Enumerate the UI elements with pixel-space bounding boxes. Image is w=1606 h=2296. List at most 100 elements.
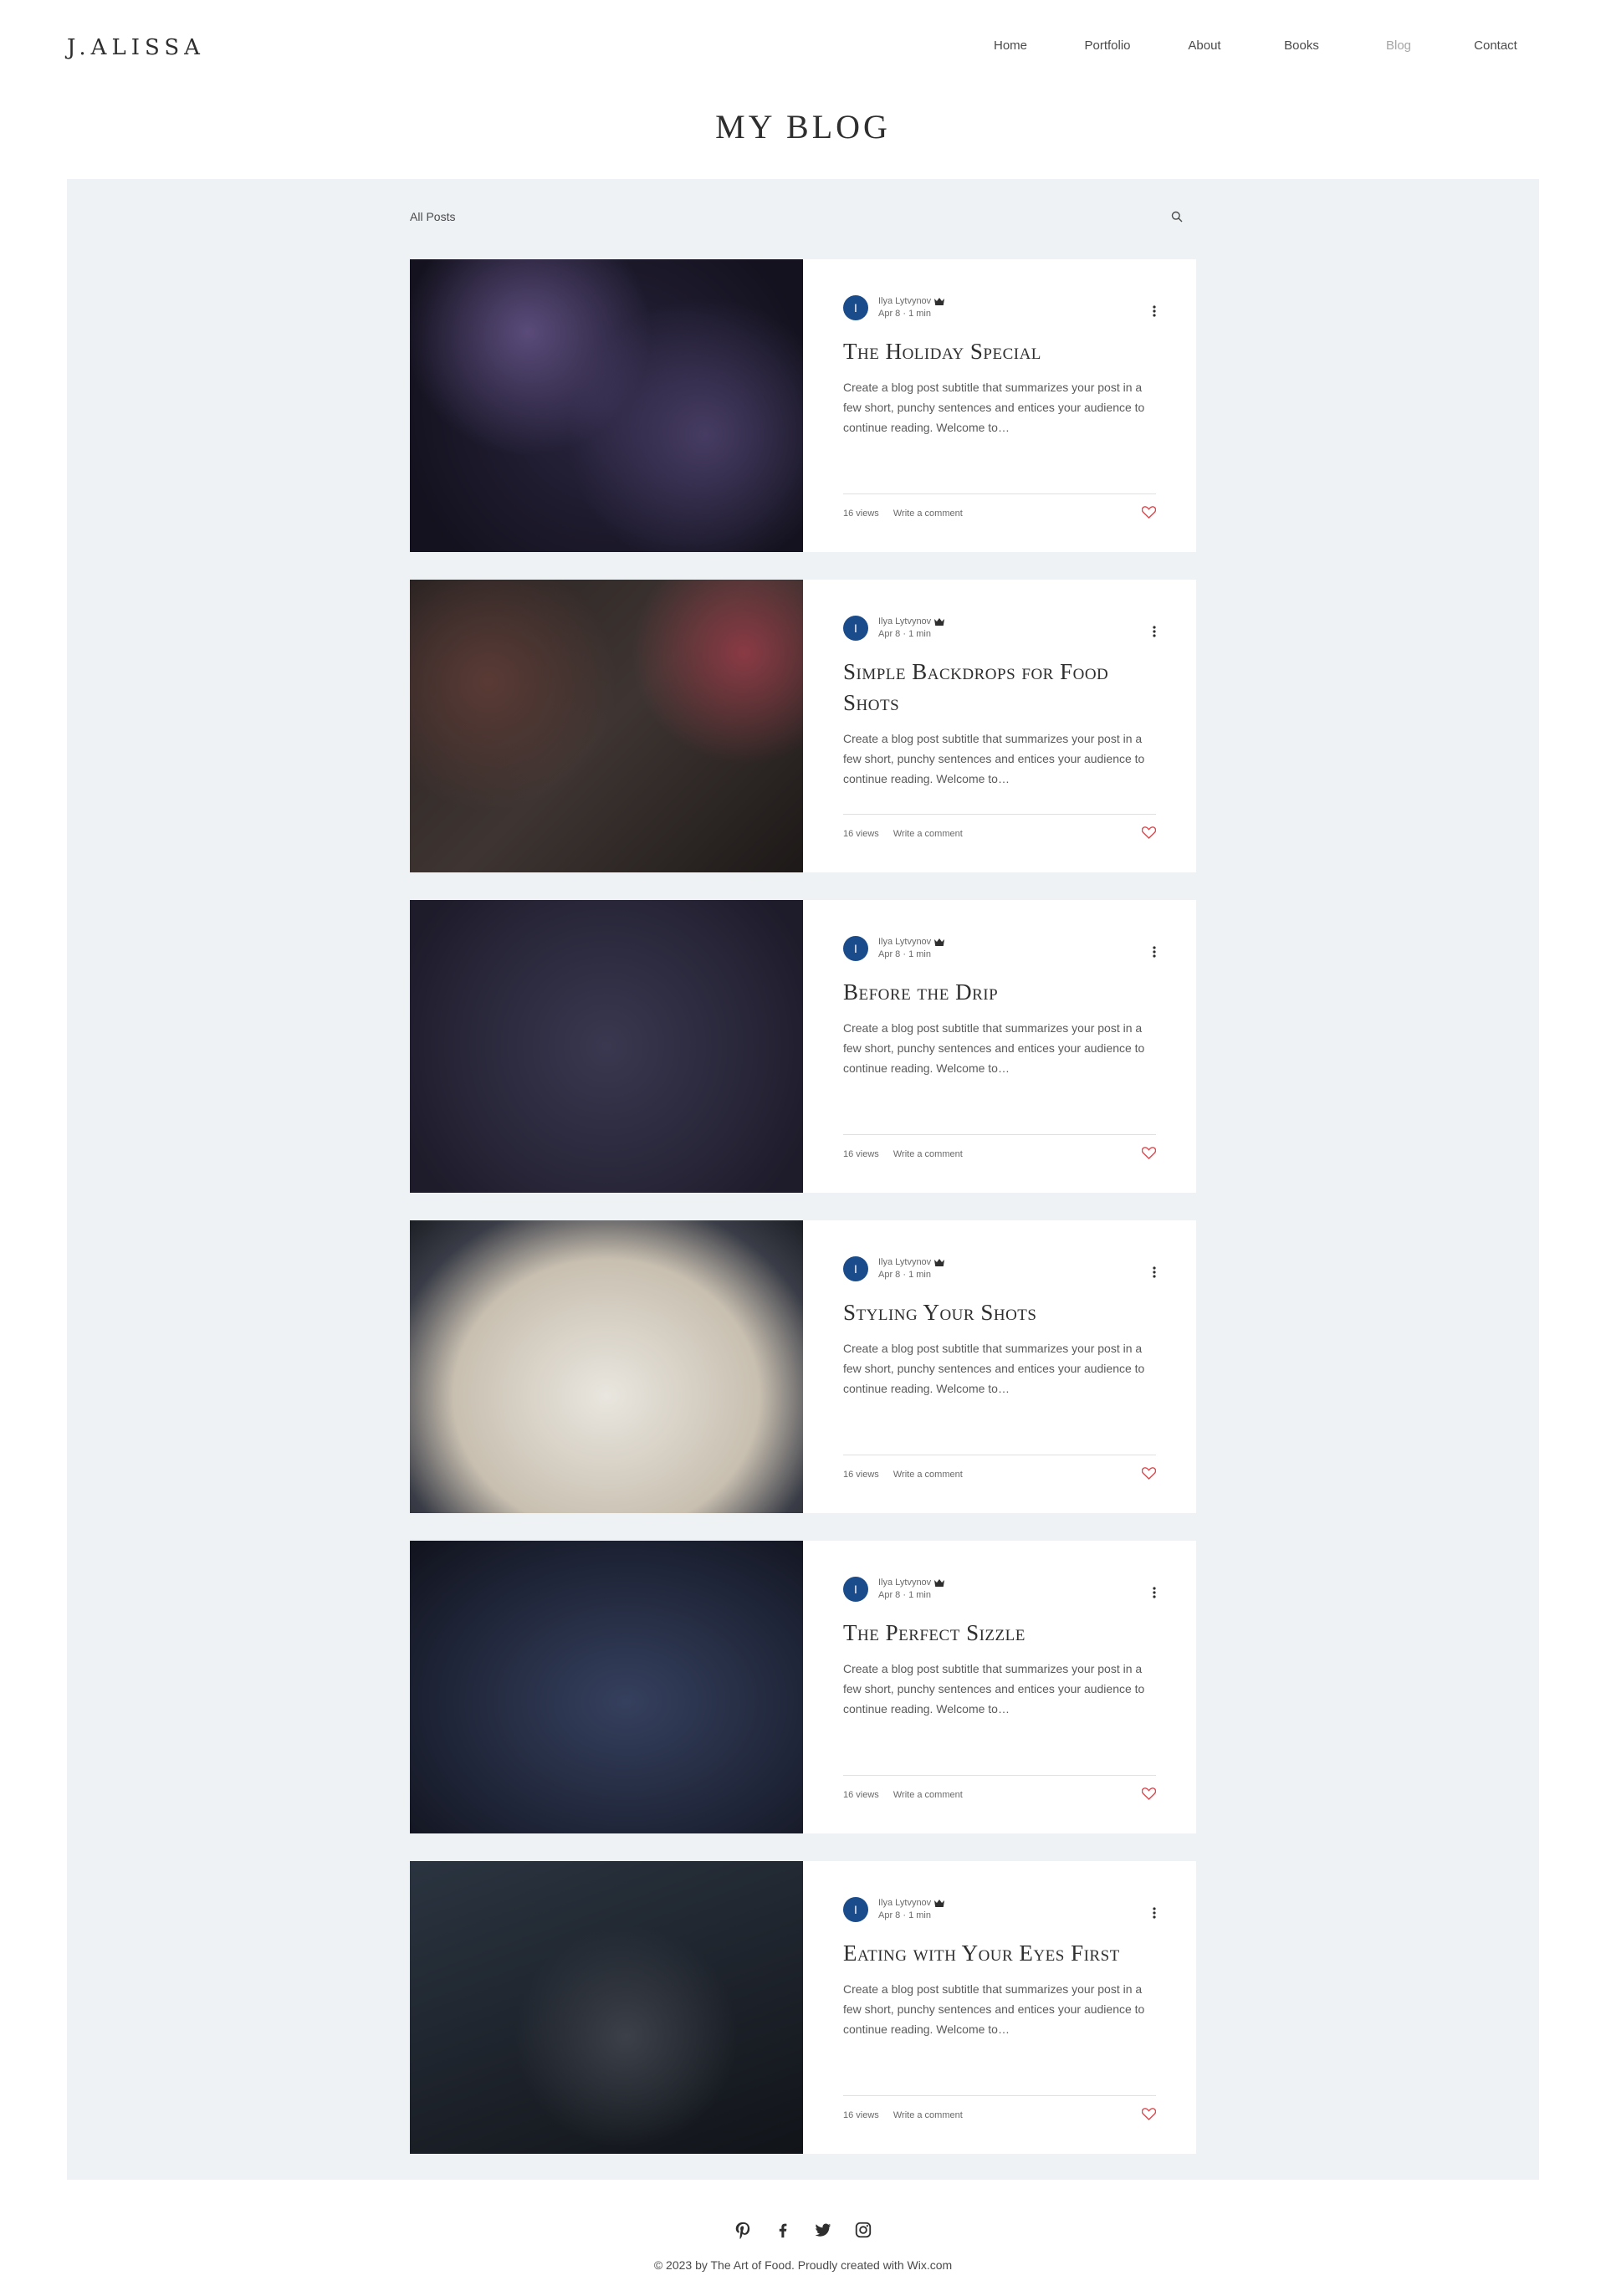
nav-about[interactable]: About: [1156, 38, 1253, 53]
blog-post-card[interactable]: I Ilya Lytvynov Apr 8 · 1 min Before the…: [410, 900, 1196, 1193]
post-excerpt: Create a blog post subtitle that summari…: [843, 381, 1145, 434]
view-count: 16 views: [843, 1470, 879, 1480]
blog-menu: All Posts: [410, 204, 1196, 229]
pinterest-icon[interactable]: [733, 2220, 753, 2240]
blog-post-card[interactable]: I Ilya Lytvynov Apr 8 · 1 min The Holida…: [410, 259, 1196, 552]
more-actions-button[interactable]: [1153, 1266, 1156, 1283]
more-vertical-icon: [1153, 305, 1156, 317]
copyright-text: © 2023 by The Art of Food. Proudly creat…: [653, 2258, 908, 2272]
nav-books[interactable]: Books: [1253, 38, 1350, 53]
read-time: 1 min: [908, 1590, 931, 1600]
write-comment-link[interactable]: Write a comment: [893, 1790, 963, 1800]
post-list: I Ilya Lytvynov Apr 8 · 1 min The Holida…: [410, 259, 1196, 2181]
post-date: Apr 8: [878, 949, 901, 959]
nav-contact[interactable]: Contact: [1447, 38, 1544, 53]
like-button[interactable]: [1141, 506, 1157, 521]
post-title[interactable]: Eating with Your Eyes First: [843, 1938, 1156, 1969]
read-time: 1 min: [908, 949, 931, 959]
facebook-icon[interactable]: [773, 2220, 793, 2240]
post-date: Apr 8: [878, 629, 901, 639]
write-comment-link[interactable]: Write a comment: [893, 829, 963, 839]
post-author-row: I Ilya Lytvynov Apr 8 · 1 min: [843, 1255, 1156, 1282]
post-footer: 16 views Write a comment: [843, 1455, 1157, 1494]
instagram-icon[interactable]: [853, 2220, 873, 2240]
avatar[interactable]: I: [843, 1577, 868, 1602]
view-count: 16 views: [843, 2110, 879, 2120]
more-actions-button[interactable]: [1153, 625, 1156, 642]
post-cover-image[interactable]: [410, 1861, 803, 2154]
blog-post-card[interactable]: I Ilya Lytvynov Apr 8 · 1 min Eating wit…: [410, 1861, 1196, 2154]
copyright: © 2023 by The Art of Food. Proudly creat…: [0, 2258, 1606, 2272]
author-name[interactable]: Ilya Lytvynov: [878, 1256, 931, 1269]
post-cover-image[interactable]: [410, 1220, 803, 1513]
read-time: 1 min: [908, 309, 931, 319]
search-button[interactable]: [1164, 204, 1189, 229]
author-name[interactable]: Ilya Lytvynov: [878, 1897, 931, 1910]
site-logo[interactable]: J.ALISSA: [67, 35, 205, 60]
write-comment-link[interactable]: Write a comment: [893, 1149, 963, 1159]
write-comment-link[interactable]: Write a comment: [893, 2110, 963, 2120]
nav-blog[interactable]: Blog: [1350, 38, 1447, 53]
blog-post-card[interactable]: I Ilya Lytvynov Apr 8 · 1 min Styling Yo…: [410, 1220, 1196, 1513]
post-content: I Ilya Lytvynov Apr 8 · 1 min Styling Yo…: [803, 1220, 1196, 1513]
heart-icon: [1141, 2108, 1157, 2120]
blog-post-card[interactable]: I Ilya Lytvynov Apr 8 · 1 min The Perfec…: [410, 1541, 1196, 1833]
post-title[interactable]: Styling Your Shots: [843, 1297, 1156, 1328]
main-nav: Home Portfolio About Books Blog Contact: [962, 38, 1544, 53]
blog-post-card[interactable]: I Ilya Lytvynov Apr 8 · 1 min Simple Bac…: [410, 580, 1196, 872]
post-footer: 16 views Write a comment: [843, 1134, 1157, 1174]
author-name[interactable]: Ilya Lytvynov: [878, 616, 931, 628]
wix-link[interactable]: Wix.com: [908, 2258, 953, 2272]
post-cover-image[interactable]: [410, 580, 803, 872]
twitter-icon[interactable]: [813, 2220, 833, 2240]
more-actions-button[interactable]: [1153, 1906, 1156, 1924]
write-comment-link[interactable]: Write a comment: [893, 1470, 963, 1480]
like-button[interactable]: [1141, 1787, 1157, 1803]
author-name[interactable]: Ilya Lytvynov: [878, 295, 931, 308]
like-button[interactable]: [1141, 826, 1157, 841]
post-content: I Ilya Lytvynov Apr 8 · 1 min Eating wit…: [803, 1861, 1196, 2154]
like-button[interactable]: [1141, 1147, 1157, 1162]
more-actions-button[interactable]: [1153, 945, 1156, 963]
more-vertical-icon: [1153, 1587, 1156, 1598]
blog-section: All Posts I Ilya Lytvynov Apr 8 · 1 min …: [67, 179, 1539, 2180]
more-actions-button[interactable]: [1153, 304, 1156, 322]
avatar[interactable]: I: [843, 616, 868, 641]
like-button[interactable]: [1141, 2108, 1157, 2123]
crown-icon: [934, 938, 945, 946]
search-icon: [1171, 211, 1183, 222]
write-comment-link[interactable]: Write a comment: [893, 509, 963, 519]
author-name[interactable]: Ilya Lytvynov: [878, 1577, 931, 1589]
more-actions-button[interactable]: [1153, 1586, 1156, 1603]
post-excerpt: Create a blog post subtitle that summari…: [843, 1662, 1145, 1716]
post-title[interactable]: The Perfect Sizzle: [843, 1618, 1156, 1649]
post-cover-image[interactable]: [410, 259, 803, 552]
nav-portfolio[interactable]: Portfolio: [1059, 38, 1156, 53]
nav-home[interactable]: Home: [962, 38, 1059, 53]
post-content: I Ilya Lytvynov Apr 8 · 1 min The Holida…: [803, 259, 1196, 552]
avatar[interactable]: I: [843, 936, 868, 961]
post-footer: 16 views Write a comment: [843, 814, 1157, 853]
post-cover-image[interactable]: [410, 1541, 803, 1833]
author-name[interactable]: Ilya Lytvynov: [878, 936, 931, 949]
all-posts-link[interactable]: All Posts: [410, 210, 455, 223]
post-title[interactable]: Simple Backdrops for Food Shots: [843, 657, 1156, 718]
crown-icon: [934, 1900, 945, 1907]
post-title[interactable]: Before the Drip: [843, 977, 1156, 1008]
post-footer: 16 views Write a comment: [843, 2095, 1157, 2135]
post-cover-image[interactable]: [410, 900, 803, 1193]
like-button[interactable]: [1141, 1467, 1157, 1482]
avatar[interactable]: I: [843, 1897, 868, 1922]
post-title[interactable]: The Holiday Special: [843, 336, 1156, 367]
post-date: Apr 8: [878, 309, 901, 319]
avatar[interactable]: I: [843, 295, 868, 320]
avatar[interactable]: I: [843, 1256, 868, 1281]
avatar-initial: I: [854, 942, 857, 955]
post-author-row: I Ilya Lytvynov Apr 8 · 1 min: [843, 615, 1156, 642]
heart-icon: [1141, 1787, 1157, 1800]
more-vertical-icon: [1153, 626, 1156, 637]
avatar-initial: I: [854, 621, 857, 635]
post-author-row: I Ilya Lytvynov Apr 8 · 1 min: [843, 1576, 1156, 1603]
read-time: 1 min: [908, 1270, 931, 1280]
more-vertical-icon: [1153, 1266, 1156, 1278]
